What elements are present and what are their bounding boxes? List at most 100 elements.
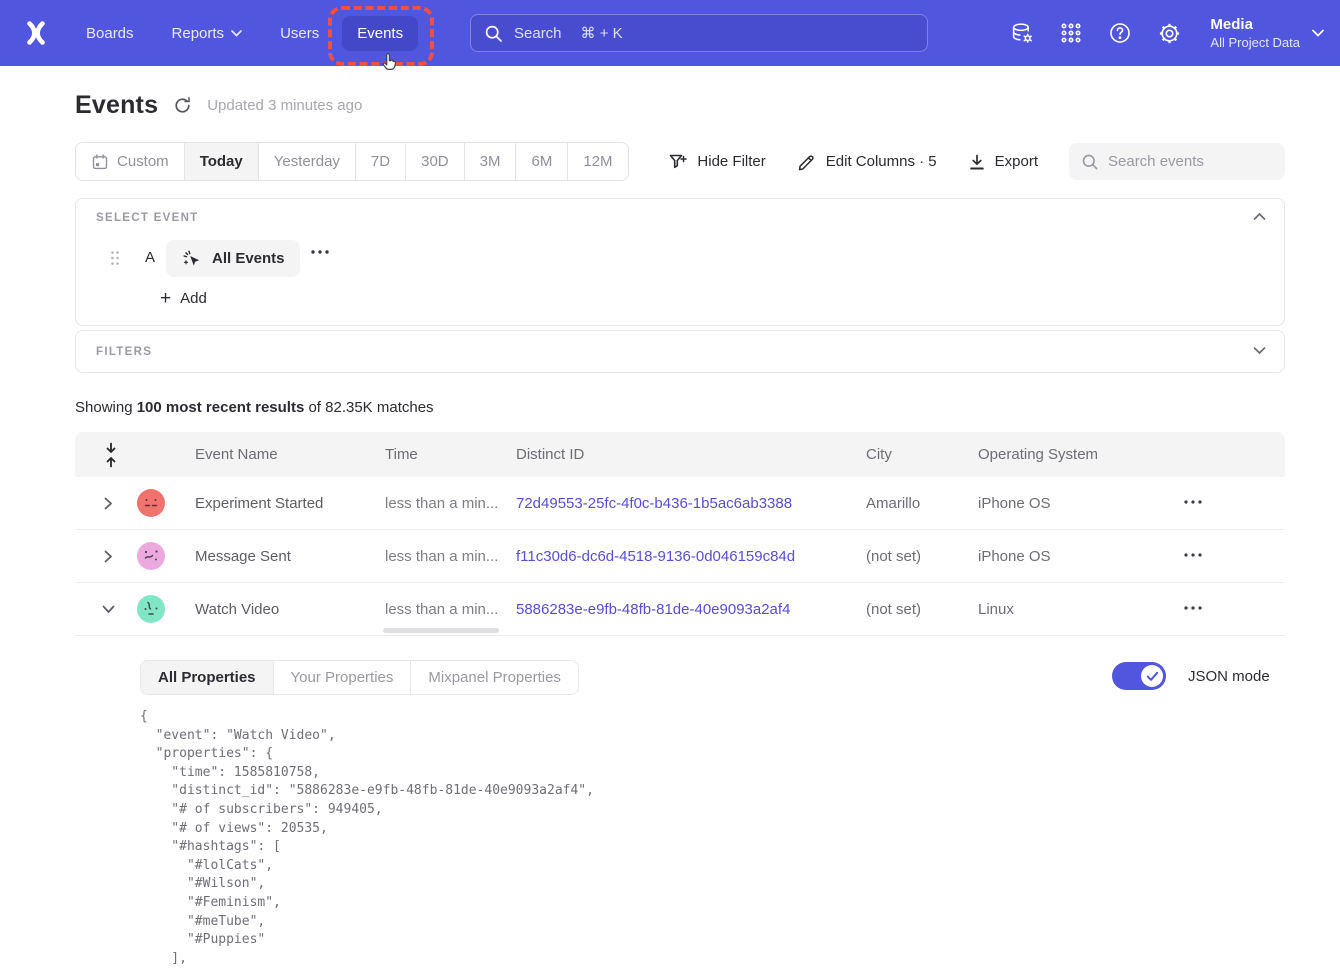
date-range-6m[interactable]: 6M <box>515 143 567 180</box>
chevron-right-icon[interactable] <box>102 497 114 510</box>
date-range-yesterday[interactable]: Yesterday <box>258 143 355 180</box>
table-row[interactable]: Experiment Started less than a min... 72… <box>75 477 1285 530</box>
row-more-icon[interactable] <box>1183 605 1203 611</box>
add-label: Add <box>180 290 207 307</box>
event-selector-pill[interactable]: All Events <box>166 240 300 277</box>
event-time: less than a min... <box>385 548 498 565</box>
help-icon[interactable] <box>1108 21 1132 45</box>
edit-columns-button[interactable]: Edit Columns · 5 <box>797 152 937 172</box>
column-header-city[interactable]: City <box>866 446 892 463</box>
data-management-icon[interactable] <box>1010 21 1034 45</box>
selected-event-name: All Events <box>212 250 285 267</box>
column-header-time[interactable]: Time <box>385 446 418 463</box>
sort-icon[interactable] <box>104 442 118 468</box>
horizontal-scrollbar[interactable] <box>383 628 499 633</box>
date-range-7d[interactable]: 7D <box>355 143 405 180</box>
distinct-id-link[interactable]: 5886283e-e9fb-48fb-81de-40e9093a2af4 <box>516 601 790 618</box>
filters-label: FILTERS <box>96 346 152 358</box>
settings-icon[interactable] <box>1157 21 1181 45</box>
distinct-id-link[interactable]: 72d49553-25fc-4f0c-b436-1b5ac6ab3388 <box>516 495 792 512</box>
date-range-label: 7D <box>371 153 390 170</box>
date-range-today[interactable]: Today <box>184 143 258 180</box>
refresh-icon[interactable] <box>173 96 192 115</box>
nav-item-label: Events <box>357 25 403 42</box>
nav-item-label: Users <box>280 25 319 42</box>
global-search-bar[interactable]: Search ⌘ + K <box>470 14 928 52</box>
nav-item-reports[interactable]: Reports <box>157 16 258 51</box>
event-city: (not set) <box>866 548 921 565</box>
search-events-input[interactable] <box>1108 153 1278 170</box>
row-more-icon[interactable] <box>1183 499 1203 505</box>
table-tools: Hide Filter Edit Columns · 5 Export <box>668 143 1285 180</box>
column-header-os[interactable]: Operating System <box>978 446 1098 463</box>
column-header-event-name[interactable]: Event Name <box>195 446 278 463</box>
mixpanel-logo-icon[interactable] <box>21 18 51 48</box>
search-shortcut: ⌘ + K <box>581 24 623 42</box>
event-avatar <box>137 542 165 570</box>
add-event-button[interactable]: + Add <box>160 289 207 308</box>
results-summary: Showing 100 most recent results of 82.35… <box>75 399 434 416</box>
date-range-label: Custom <box>117 153 169 170</box>
event-os: iPhone OS <box>978 548 1051 565</box>
magic-cursor-icon <box>181 248 203 270</box>
column-header-distinct-id[interactable]: Distinct ID <box>516 446 584 463</box>
tab-all-properties[interactable]: All Properties <box>141 661 273 694</box>
date-range-3m[interactable]: 3M <box>464 143 516 180</box>
nav-item-boards[interactable]: Boards <box>71 16 149 51</box>
date-range-custom[interactable]: Custom <box>76 143 184 180</box>
download-icon <box>968 153 986 171</box>
event-os: Linux <box>978 601 1014 618</box>
hand-cursor-icon <box>378 51 399 73</box>
results-prefix: Showing <box>75 399 137 416</box>
project-text: Media All Project Data <box>1210 15 1300 51</box>
chevron-up-icon[interactable] <box>1253 212 1266 221</box>
results-suffix: of 82.35K matches <box>304 399 433 416</box>
controls-row: Custom Today Yesterday 7D 30D 3M 6M 12M … <box>75 142 1285 181</box>
nav-item-label: Boards <box>86 25 134 42</box>
event-time: less than a min... <box>385 601 498 618</box>
results-count: 100 most recent results <box>137 399 305 416</box>
apps-grid-icon[interactable] <box>1059 21 1083 45</box>
drag-handle-icon[interactable] <box>110 250 120 266</box>
page-title: Events <box>75 91 158 120</box>
table-row[interactable]: Watch Video less than a min... 5886283e-… <box>75 583 1285 636</box>
event-more-icon[interactable] <box>310 249 330 255</box>
chevron-down-icon[interactable] <box>102 603 115 615</box>
nav-right-group: Media All Project Data <box>1010 0 1324 66</box>
table-row[interactable]: Message Sent less than a min... f11c30d6… <box>75 530 1285 583</box>
updated-timestamp: Updated 3 minutes ago <box>207 97 362 114</box>
nav-item-events[interactable]: Events <box>342 16 418 51</box>
chevron-down-icon[interactable] <box>1253 346 1266 355</box>
top-nav: Boards Reports Users Events Se <box>0 0 1340 66</box>
row-more-icon[interactable] <box>1183 552 1203 558</box>
tab-label: Your Properties <box>291 669 394 686</box>
event-row-letter: A <box>145 249 155 266</box>
global-search-placeholder: Search <box>514 25 562 42</box>
nav-item-users[interactable]: Users <box>265 16 334 51</box>
filter-plus-icon <box>668 152 688 172</box>
project-name: Media <box>1210 15 1300 34</box>
project-switcher[interactable]: Media All Project Data <box>1210 15 1324 51</box>
filters-panel[interactable]: FILTERS <box>75 330 1285 373</box>
table-header: Event Name Time Distinct ID City Operati… <box>75 432 1285 477</box>
pencil-icon <box>797 152 817 172</box>
date-range-label: 6M <box>531 153 552 170</box>
edit-columns-label: Edit Columns · 5 <box>826 153 937 170</box>
date-range-30d[interactable]: 30D <box>405 143 464 180</box>
export-button[interactable]: Export <box>968 153 1038 171</box>
event-json-view: { "event": "Watch Video", "properties": … <box>140 708 594 968</box>
date-range-12m[interactable]: 12M <box>567 143 627 180</box>
tab-your-properties[interactable]: Your Properties <box>273 661 411 694</box>
plus-icon: + <box>160 289 171 308</box>
distinct-id-link[interactable]: f11c30d6-dc6d-4518-9136-0d046159c84d <box>516 548 795 565</box>
project-scope: All Project Data <box>1210 34 1300 51</box>
tab-label: Mixpanel Properties <box>428 669 561 686</box>
chevron-right-icon[interactable] <box>102 550 114 563</box>
nav-item-label: Reports <box>172 25 225 42</box>
search-icon <box>1081 153 1099 171</box>
search-events-box[interactable] <box>1069 143 1285 180</box>
event-city: Amarillo <box>866 495 920 512</box>
json-mode-toggle[interactable] <box>1112 662 1166 690</box>
hide-filter-button[interactable]: Hide Filter <box>668 152 765 172</box>
tab-mixpanel-properties[interactable]: Mixpanel Properties <box>410 661 578 694</box>
